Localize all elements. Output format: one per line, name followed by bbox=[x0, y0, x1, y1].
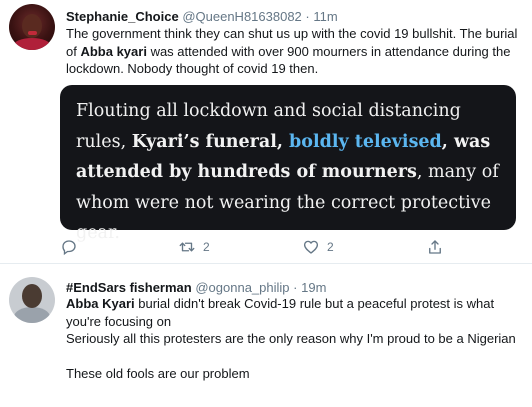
tweet-text: Abba Kyari burial didn't break Covid-19 … bbox=[66, 295, 521, 383]
tweet-text: The government think they can shut us up… bbox=[66, 25, 521, 78]
like-count: 2 bbox=[327, 240, 334, 254]
retweet-icon bbox=[179, 242, 195, 252]
tweet-line: Seriously all this protesters are the on… bbox=[66, 331, 516, 346]
share-icon bbox=[429, 240, 441, 254]
avatar[interactable] bbox=[9, 4, 55, 50]
tweet-header: #EndSars fisherman @ogonna_philip · 19m bbox=[66, 279, 326, 296]
retweet-button[interactable]: 2 bbox=[178, 237, 210, 257]
avatar[interactable] bbox=[9, 277, 55, 323]
avatar-body bbox=[14, 307, 50, 323]
heart-icon bbox=[303, 240, 319, 254]
tweet-line: These old fools are our problem bbox=[66, 366, 250, 381]
share-button[interactable] bbox=[426, 237, 444, 257]
reply-icon bbox=[62, 240, 76, 256]
image-text-accent: boldly televised bbox=[289, 131, 442, 152]
tweet-header: Stephanie_Choice @QueenH81638082 · 11m bbox=[66, 8, 338, 25]
separator: · bbox=[305, 9, 310, 24]
avatar-shirt bbox=[13, 38, 51, 50]
user-handle[interactable]: @ogonna_philip bbox=[195, 280, 289, 295]
tweet-line: Abba Kyari burial didn't break Covid-19 … bbox=[66, 295, 521, 330]
timestamp[interactable]: 11m bbox=[313, 9, 337, 24]
tweet-1[interactable]: Stephanie_Choice @QueenH81638082 · 11m T… bbox=[0, 0, 532, 264]
separator: · bbox=[293, 280, 298, 295]
display-name[interactable]: Stephanie_Choice bbox=[66, 9, 179, 24]
tweet-text-bold: Abba kyari bbox=[80, 43, 147, 59]
display-name[interactable]: #EndSars fisherman bbox=[66, 280, 192, 295]
avatar-lips bbox=[28, 31, 37, 35]
user-handle[interactable]: @QueenH81638082 bbox=[182, 9, 301, 24]
like-button[interactable]: 2 bbox=[302, 237, 334, 257]
tweet-text-bold: Abba Kyari bbox=[66, 296, 135, 311]
timestamp[interactable]: 19m bbox=[301, 280, 326, 295]
avatar-head bbox=[22, 284, 42, 308]
image-text-bold: Kyari’s funeral, bbox=[131, 131, 290, 152]
reply-button[interactable] bbox=[60, 237, 78, 257]
retweet-count: 2 bbox=[203, 240, 210, 254]
tweet-actions: 2 2 bbox=[60, 237, 450, 257]
attached-image-card[interactable]: Flouting all lockdown and social distanc… bbox=[60, 85, 516, 243]
